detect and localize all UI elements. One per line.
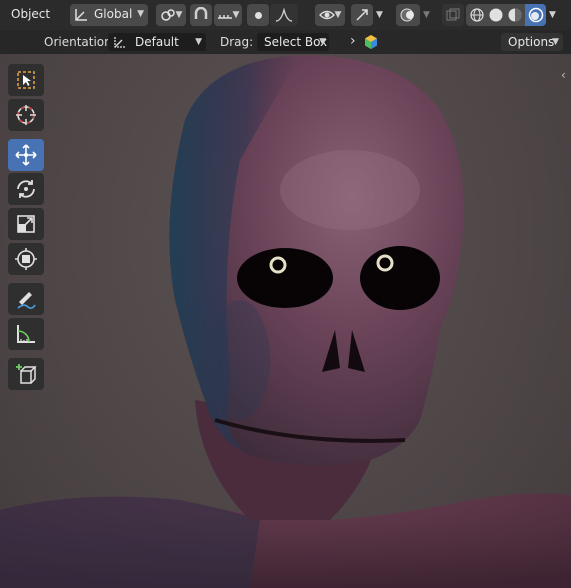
add-cube-icon (16, 364, 37, 384)
options-label: Options (508, 35, 555, 49)
wireframe-shading-icon[interactable] (469, 7, 485, 23)
brush-color-icon[interactable] (363, 34, 379, 50)
transform-icon (15, 248, 37, 270)
xray-toggle[interactable] (442, 4, 464, 26)
eye-icon (318, 10, 335, 20)
proportional-editing-toggle[interactable] (247, 4, 269, 26)
ruler-icon (17, 325, 35, 343)
chevron-down-icon: ▼ (175, 10, 183, 20)
gizmo-toggle[interactable] (351, 4, 373, 26)
3d-viewport[interactable]: Object Global ▼ ▼ ▼ ▼ ▼ ▼ ▼ Orientation:… (0, 0, 571, 588)
select-box-icon (17, 71, 35, 89)
proportional-dot-icon (254, 11, 262, 19)
overlays-icon (400, 8, 414, 22)
drag-label: Drag: (220, 35, 254, 49)
scale-icon (17, 215, 35, 233)
tool-measure[interactable] (8, 318, 44, 350)
mode-label[interactable]: Object (11, 7, 50, 21)
chevron-down-icon: ▼ (319, 37, 326, 47)
viewport-header: Object Global ▼ ▼ ▼ ▼ ▼ ▼ ▼ (0, 0, 571, 30)
overlays-dropdown-chevron-icon[interactable]: ▼ (423, 10, 430, 20)
chevron-down-icon: ▼ (195, 37, 202, 47)
move-icon (15, 144, 37, 166)
chevron-down-icon: ▼ (232, 10, 240, 20)
tool-settings-bar: Orientation: Default ▼ Drag: Select Box … (0, 30, 571, 54)
tool-select-box[interactable] (8, 64, 44, 96)
tool-rotate[interactable] (8, 173, 44, 205)
drag-dropdown[interactable]: Select Box ▼ (257, 33, 329, 51)
tool-cursor[interactable] (8, 99, 44, 131)
visibility-dropdown[interactable]: ▼ (315, 4, 345, 26)
drag-value: Select Box (264, 35, 328, 49)
xray-icon (446, 8, 460, 21)
material-preview-icon[interactable] (507, 7, 523, 23)
chevron-right-icon[interactable]: › (350, 33, 356, 49)
tool-move[interactable] (8, 139, 44, 171)
rendered-shading-button[interactable] (525, 4, 546, 26)
chevron-down-icon: ▼ (334, 10, 342, 20)
gizmo-arrow-icon (356, 9, 368, 21)
shading-dropdown-chevron-icon[interactable]: ▼ (549, 10, 556, 20)
pivot-link-icon (160, 9, 175, 21)
transform-orientation-dropdown[interactable]: Global ▼ (70, 4, 148, 26)
tool-add-cube[interactable] (8, 358, 44, 390)
tool-annotate[interactable] (8, 283, 44, 315)
tool-scale[interactable] (8, 208, 44, 240)
transform-axes-icon (75, 9, 87, 21)
chevron-down-icon: ▼ (137, 9, 144, 19)
cursor-icon (16, 105, 36, 125)
overlays-toggle[interactable] (396, 4, 420, 26)
shading-mode-group (466, 4, 546, 26)
falloff-curve-icon (275, 8, 293, 22)
solid-shading-icon[interactable] (488, 7, 504, 23)
rotate-icon (17, 180, 35, 198)
transform-orientation-value: Global (94, 7, 133, 21)
magnet-icon (194, 7, 208, 19)
skull-model (0, 55, 571, 588)
orientation-dropdown[interactable]: Default ▼ (108, 33, 206, 51)
snap-increment-icon (217, 15, 232, 19)
falloff-dropdown[interactable] (270, 4, 298, 26)
orientation-label: Orientation: (44, 35, 116, 49)
snap-toggle[interactable] (190, 4, 212, 26)
orientation-value: Default (135, 35, 179, 49)
orientation-axes-icon (114, 37, 125, 48)
pivot-point-dropdown[interactable]: ▼ (156, 4, 186, 26)
gizmo-dropdown-chevron-icon[interactable]: ▼ (376, 10, 383, 20)
chevron-down-icon: ▼ (552, 37, 559, 47)
sidebar-toggle-icon[interactable]: ‹ (561, 68, 566, 82)
pencil-icon (17, 292, 36, 309)
tool-transform[interactable] (8, 243, 44, 275)
rendered-shading-icon (528, 7, 543, 23)
snap-target-dropdown[interactable]: ▼ (214, 4, 242, 26)
options-dropdown[interactable]: Options ▼ (501, 33, 563, 51)
